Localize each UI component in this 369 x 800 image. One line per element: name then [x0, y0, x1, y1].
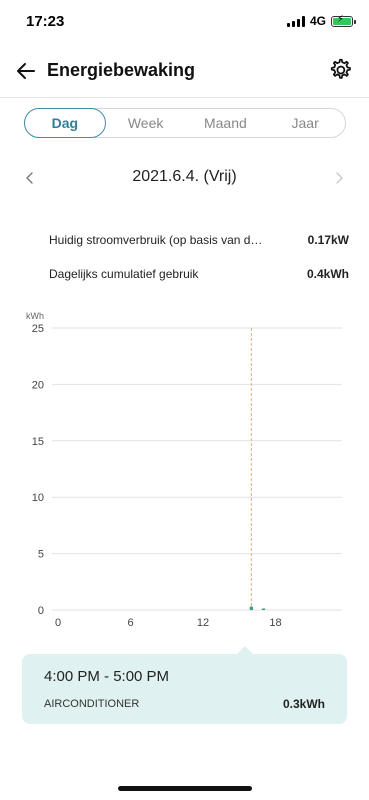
- status-bar: 17:23 4G ⚡: [0, 0, 369, 44]
- status-time: 17:23: [26, 13, 65, 30]
- home-indicator: [118, 786, 252, 791]
- x-tick-label: 6: [127, 617, 133, 629]
- hourly-usage-chart[interactable]: kWh 0 5 10 15 20 25 0 6 12 18: [0, 306, 369, 636]
- x-tick-label: 12: [197, 617, 209, 629]
- gear-icon: [330, 58, 351, 79]
- usage-bar: [249, 606, 254, 610]
- current-usage-row: Huidig stroomverbruik (op basis van de a…: [49, 233, 349, 253]
- next-date-button[interactable]: [329, 168, 349, 188]
- tab-jaar[interactable]: Jaar: [265, 109, 345, 137]
- x-tick-label: 0: [55, 617, 61, 629]
- x-tick-label: 18: [269, 617, 281, 629]
- tooltip-pointer: [237, 646, 253, 654]
- daily-usage-label: Dagelijks cumulatief gebruik: [49, 267, 199, 281]
- current-usage-value: 0.17kW: [307, 233, 349, 247]
- y-tick-label: 0: [38, 605, 44, 617]
- current-date: 2021.6.4. (Vrij): [132, 168, 237, 185]
- tooltip-device: AIRCONDITIONER: [44, 698, 140, 710]
- daily-usage-row: Dagelijks cumulatief gebruik 0.4kWh: [49, 267, 349, 287]
- daily-usage-value: 0.4kWh: [306, 267, 349, 281]
- period-tabs: Dag Week Maand Jaar: [24, 108, 346, 138]
- y-tick-label: 25: [32, 323, 44, 335]
- tab-week[interactable]: Week: [106, 109, 186, 137]
- current-usage-label: Huidig stroomverbruik (op basis van de a…: [49, 233, 264, 247]
- y-tick-label: 20: [32, 379, 44, 391]
- tab-dag[interactable]: Dag: [24, 108, 106, 138]
- y-tick-label: 15: [32, 436, 44, 448]
- y-tick-label: 10: [32, 492, 44, 504]
- tooltip-value: 0.3kWh: [282, 697, 325, 711]
- usage-bar: [261, 608, 266, 610]
- page-title: Energiebewaking: [47, 60, 196, 80]
- arrow-left-icon: [17, 63, 35, 79]
- date-navigator: 2021.6.4. (Vrij): [0, 162, 369, 194]
- settings-button[interactable]: [327, 57, 353, 83]
- battery-charging-icon: ⚡: [331, 14, 356, 27]
- cellular-signal-icon: [286, 15, 305, 27]
- usage-tooltip: 4:00 PM - 5:00 PM AIRCONDITIONER 0.3kWh: [22, 654, 347, 724]
- app-header: Energiebewaking: [0, 44, 369, 98]
- tab-maand[interactable]: Maand: [186, 109, 266, 137]
- back-button[interactable]: [12, 57, 40, 85]
- status-indicators: 4G ⚡: [286, 14, 356, 28]
- y-axis-unit-label: kWh: [26, 311, 44, 321]
- tooltip-time-range: 4:00 PM - 5:00 PM: [44, 668, 170, 685]
- y-tick-label: 5: [38, 549, 44, 561]
- network-label: 4G: [309, 14, 326, 28]
- chevron-right-icon: [336, 172, 343, 184]
